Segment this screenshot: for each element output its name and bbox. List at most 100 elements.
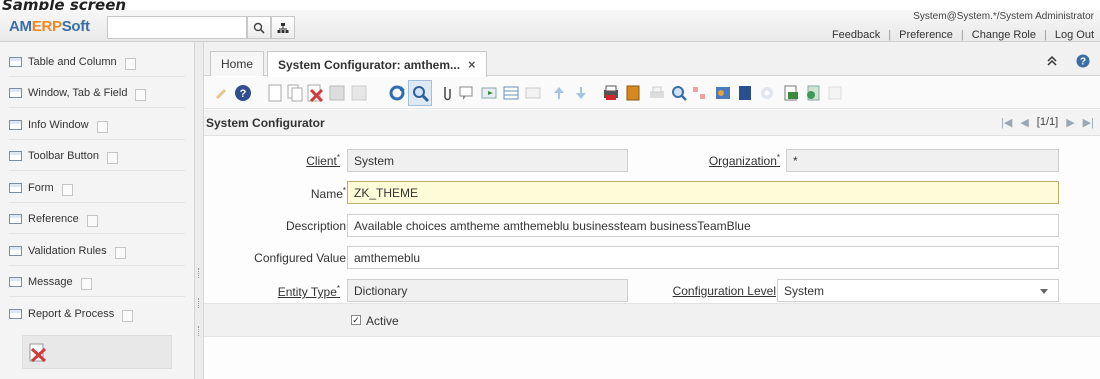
window-icon	[9, 87, 22, 98]
report-icon[interactable]	[602, 84, 620, 102]
lock-icon[interactable]	[736, 84, 754, 102]
entity-type-field[interactable]: Dictionary	[347, 279, 628, 302]
window-icon	[9, 276, 22, 287]
requests-icon[interactable]	[714, 84, 732, 102]
user-info: System@System.*/System Administrator	[913, 11, 1094, 22]
app-header: AMERPSoft System@System.*/System Adminis…	[0, 10, 1100, 42]
configured-value-label: Configured Value	[254, 251, 346, 265]
name-field[interactable]: ZK_THEME	[347, 181, 1059, 204]
print-icon[interactable]	[648, 84, 666, 102]
delete-icon[interactable]	[306, 84, 324, 102]
arrow-down-icon[interactable]	[572, 84, 590, 102]
new-record-icon[interactable]	[266, 84, 284, 102]
window-icon	[9, 56, 22, 67]
sidebar-splitter[interactable]	[195, 42, 204, 379]
window-icon	[9, 213, 22, 224]
sidebar-item-reference[interactable]: Reference	[9, 207, 185, 230]
svg-text:?: ?	[240, 88, 247, 100]
app-logo: AMERPSoft	[9, 18, 90, 35]
gear-icon[interactable]	[758, 84, 776, 102]
window-icon	[9, 308, 22, 319]
configured-value-field[interactable]: amthemeblu	[347, 246, 1059, 269]
active-checkbox[interactable]: ✓	[351, 315, 361, 325]
tab-close-icon[interactable]: ×	[468, 57, 476, 72]
ignore-icon[interactable]	[212, 84, 230, 102]
sidebar-item-form[interactable]: Form	[9, 176, 185, 199]
next-record-icon[interactable]: ▶	[1066, 116, 1074, 129]
active-row: ✓ Active	[204, 303, 1100, 337]
tab-bar: Home System Configurator: amthem... × ?	[204, 42, 1100, 77]
sidebar-item-toolbar-button[interactable]: Toolbar Button	[9, 144, 185, 167]
chat-icon[interactable]	[458, 84, 476, 102]
main-content: Home System Configurator: amthem... × ? ?	[204, 42, 1100, 379]
preference-link[interactable]: Preference	[899, 29, 953, 41]
name-label: Name*	[310, 186, 346, 201]
document-icon	[122, 309, 134, 322]
window-title: System Configurator	[206, 116, 325, 130]
sidebar: Table and Column Window, Tab & Field Inf…	[0, 42, 195, 379]
chevron-up-icon	[1047, 55, 1057, 66]
product-info-icon[interactable]	[480, 84, 498, 102]
arrow-up-icon[interactable]	[550, 84, 568, 102]
last-record-icon[interactable]: ▶|	[1083, 116, 1094, 129]
search-button[interactable]	[247, 16, 271, 39]
screen-label: Sample screen	[2, 0, 127, 10]
document-icon	[80, 277, 92, 290]
copy-record-icon[interactable]	[286, 84, 304, 102]
description-field[interactable]: Available choices amtheme amthemeblu bus…	[347, 214, 1059, 237]
attachment-icon[interactable]	[438, 84, 456, 102]
window-icon	[9, 150, 22, 161]
window-titlebar: System Configurator |◀ ◀ [1/1] ▶ ▶|	[204, 110, 1100, 136]
sidebar-item-table-and-column[interactable]: Table and Column	[9, 50, 185, 73]
sidebar-item-info-window[interactable]: Info Window	[9, 113, 185, 136]
window-icon	[9, 245, 22, 256]
organization-label[interactable]: Organization*	[709, 153, 780, 168]
save-icon[interactable]	[328, 84, 346, 102]
collapse-icon[interactable]	[1046, 55, 1058, 70]
first-record-icon[interactable]: |◀	[1001, 116, 1012, 129]
sidebar-item-window-tab-field[interactable]: Window, Tab & Field	[9, 81, 185, 104]
previous-record-icon[interactable]: ◀	[1020, 116, 1028, 129]
search-icon	[253, 22, 265, 34]
configuration-level-select[interactable]: System	[777, 279, 1059, 302]
configuration-level-label[interactable]: Configuration Level	[673, 284, 776, 298]
grid-toggle-icon[interactable]	[502, 84, 520, 102]
save-new-icon[interactable]	[350, 84, 368, 102]
close-panel-button[interactable]	[22, 335, 172, 369]
help-icon[interactable]: ?	[234, 84, 252, 102]
post-it-icon[interactable]	[826, 84, 844, 102]
change-role-link[interactable]: Change Role	[972, 29, 1036, 41]
help-icon[interactable]: ?	[1076, 54, 1090, 71]
refresh-icon[interactable]	[388, 84, 406, 102]
header-links: Feedback | Preference | Change Role | Log O…	[831, 29, 1094, 41]
description-label: Description	[285, 219, 346, 233]
org-tree-button[interactable]	[271, 16, 295, 39]
document-icon	[86, 214, 98, 227]
zoom-across-icon[interactable]	[670, 84, 688, 102]
active-label: Active	[366, 314, 399, 328]
logout-link[interactable]: Log Out	[1055, 29, 1094, 41]
record-count: [1/1]	[1036, 116, 1059, 128]
organization-field[interactable]: *	[786, 149, 1059, 172]
feedback-link[interactable]: Feedback	[832, 29, 880, 41]
global-search-input[interactable]	[107, 16, 247, 39]
file-import-icon[interactable]	[804, 84, 822, 102]
export-icon[interactable]	[782, 84, 800, 102]
tab-home[interactable]: Home	[210, 51, 265, 76]
find-button[interactable]	[408, 80, 432, 106]
document-icon	[106, 151, 118, 164]
window-icon	[9, 119, 22, 130]
find-icon	[413, 86, 430, 103]
tab-system-configurator[interactable]: System Configurator: amthem... ×	[267, 51, 487, 77]
client-field[interactable]: System	[347, 149, 628, 172]
parent-record-icon[interactable]	[524, 84, 542, 102]
svg-text:?: ?	[1080, 57, 1086, 68]
active-workflows-icon[interactable]	[690, 84, 708, 102]
client-label[interactable]: Client*	[306, 153, 340, 168]
entity-type-label[interactable]: Entity Type*	[278, 284, 340, 299]
sidebar-item-validation-rules[interactable]: Validation Rules	[9, 239, 185, 262]
archive-icon[interactable]	[624, 84, 642, 102]
record-pager: |◀ ◀ [1/1] ▶ ▶|	[1001, 116, 1094, 129]
sidebar-item-message[interactable]: Message	[9, 270, 185, 293]
sidebar-item-report-process[interactable]: Report & Process	[9, 302, 185, 325]
